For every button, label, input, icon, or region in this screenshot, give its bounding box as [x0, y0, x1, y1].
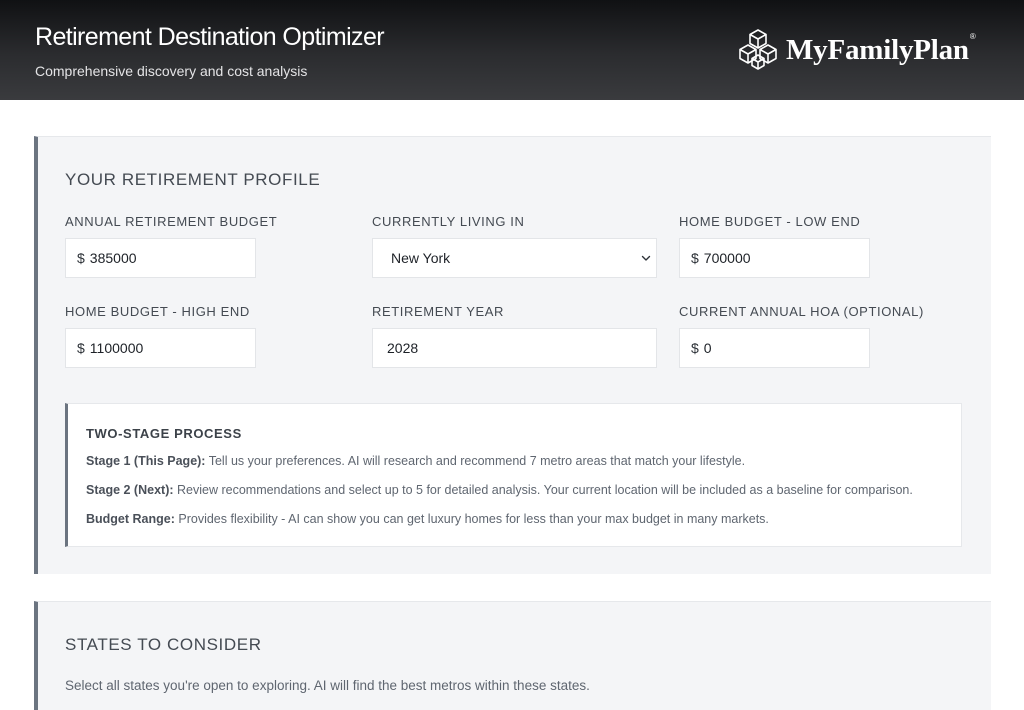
- annual-budget-input[interactable]: $ 385000: [65, 238, 256, 278]
- brand-logo[interactable]: MyFamilyPlan ®: [736, 28, 976, 72]
- two-stage-info-box: TWO-STAGE PROCESS Stage 1 (This Page): T…: [65, 403, 962, 547]
- hexagon-cubes-logo-icon: [739, 29, 777, 70]
- home-low-input[interactable]: $ 700000: [679, 238, 870, 278]
- stage2-text: Review recommendations and select up to …: [173, 483, 913, 497]
- hoa-input[interactable]: $ 0: [679, 328, 870, 368]
- stage1-label: Stage 1 (This Page):: [86, 454, 206, 468]
- retirement-year-value: 2028: [387, 340, 419, 356]
- currency-prefix: $: [77, 250, 85, 266]
- budget-range-text: Provides flexibility - AI can show you c…: [174, 512, 769, 526]
- stage1-text: Tell us your preferences. AI will resear…: [205, 454, 746, 468]
- page-title: Retirement Destination Optimizer: [35, 23, 385, 51]
- brand-name: MyFamilyPlan: [786, 33, 969, 66]
- living-in-select[interactable]: New York: [372, 238, 657, 278]
- home-low-label: HOME BUDGET - LOW END: [679, 214, 861, 229]
- states-to-consider-section: STATES TO CONSIDER Select all states you…: [34, 601, 991, 710]
- annual-budget-label: ANNUAL RETIREMENT BUDGET: [65, 214, 278, 229]
- currency-prefix: $: [691, 340, 699, 356]
- stage2-label: Stage 2 (Next):: [86, 483, 174, 497]
- living-in-value: New York: [391, 250, 451, 266]
- retirement-year-label: RETIREMENT YEAR: [372, 304, 505, 319]
- hoa-label: CURRENT ANNUAL HOA (OPTIONAL): [679, 304, 924, 319]
- currency-prefix: $: [691, 250, 699, 266]
- budget-range-line: Budget Range: Provides flexibility - AI …: [86, 512, 769, 526]
- stage1-line: Stage 1 (This Page): Tell us your prefer…: [86, 454, 745, 468]
- hoa-value: 0: [703, 340, 712, 356]
- app-header: Retirement Destination Optimizer Compreh…: [0, 0, 1024, 100]
- retirement-year-input[interactable]: 2028: [372, 328, 657, 368]
- page-subtitle: Comprehensive discovery and cost analysi…: [35, 63, 308, 79]
- retirement-profile-section: YOUR RETIREMENT PROFILE ANNUAL RETIREMEN…: [34, 136, 991, 574]
- chevron-down-icon: [641, 255, 651, 261]
- annual-budget-value: 385000: [89, 250, 137, 266]
- states-section-title: STATES TO CONSIDER: [65, 635, 262, 654]
- stage2-line: Stage 2 (Next): Review recommendations a…: [86, 483, 913, 497]
- profile-section-title: YOUR RETIREMENT PROFILE: [65, 170, 321, 189]
- home-high-label: HOME BUDGET - HIGH END: [65, 304, 250, 319]
- home-high-input[interactable]: $ 1100000: [65, 328, 256, 368]
- registered-mark: ®: [969, 32, 976, 41]
- home-low-value: 700000: [703, 250, 751, 266]
- currency-prefix: $: [77, 340, 85, 356]
- states-description: Select all states you're open to explori…: [65, 678, 590, 693]
- budget-range-label: Budget Range:: [86, 512, 175, 526]
- home-high-value: 1100000: [89, 340, 144, 356]
- living-in-label: CURRENTLY LIVING IN: [372, 214, 525, 229]
- info-title: TWO-STAGE PROCESS: [86, 426, 242, 441]
